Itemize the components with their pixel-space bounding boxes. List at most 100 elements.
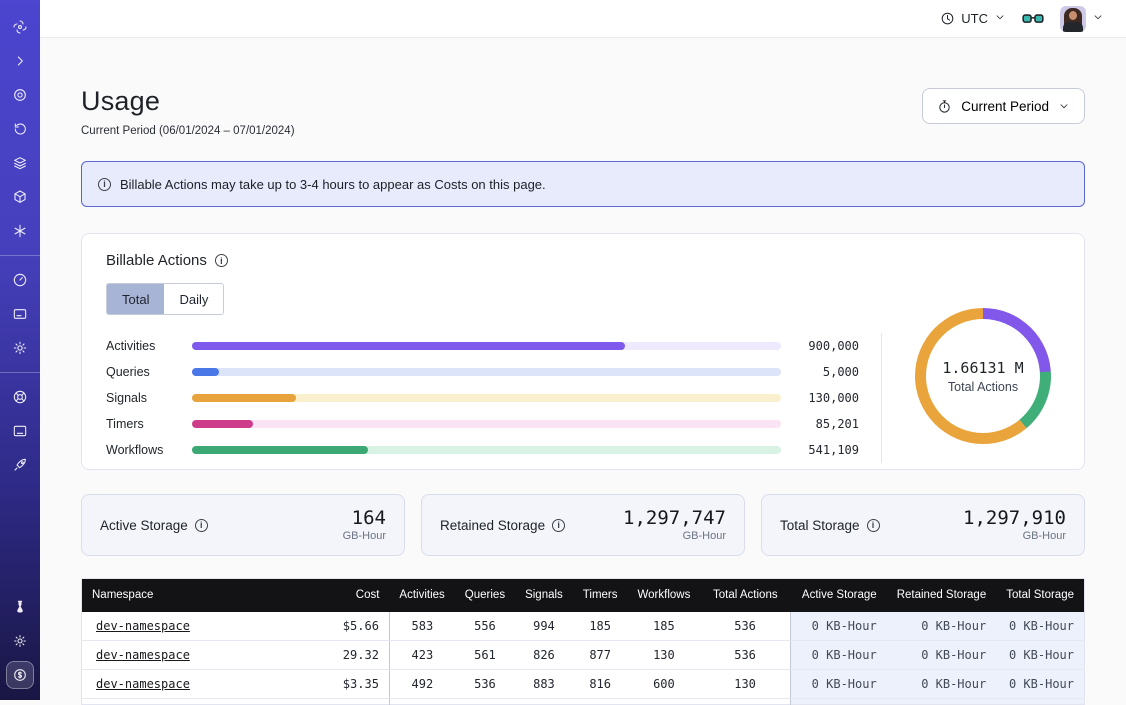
usage-billing-dollar-icon[interactable] — [6, 661, 34, 689]
theme-sun-icon[interactable] — [6, 627, 34, 655]
queries-cell: 561 — [455, 641, 515, 670]
clock-icon — [940, 11, 955, 26]
support-lifebuoy-icon[interactable] — [6, 383, 34, 411]
bar-label: Signals — [106, 391, 192, 405]
activities-cell: 583 — [389, 612, 454, 641]
namespaces-icon[interactable] — [6, 81, 34, 109]
workflows-cell: 185 — [628, 612, 701, 641]
bar-row-timers: Timers 85,201 — [106, 411, 859, 437]
table-row: dev-namespace 29.32 423 561 826 877 130 … — [82, 641, 1085, 670]
storage-summary-row: Active Storage i 164 GB-Hour Retained St… — [81, 494, 1085, 556]
period-selector-button[interactable]: Current Period — [922, 88, 1085, 124]
active-storage-cell: 0 KB-Hour — [790, 641, 886, 670]
workflows-cell: 130 — [628, 641, 701, 670]
info-icon: i — [98, 178, 111, 191]
cost-cell: $3.35 — [301, 670, 389, 699]
namespace-usage-table: Namespace Cost Activities Queries Signal… — [81, 578, 1085, 705]
sidebar-divider — [0, 255, 40, 256]
col-signals: Signals — [515, 579, 573, 612]
total-daily-toggle: Total Daily — [106, 283, 224, 315]
glasses-icon[interactable] — [1022, 11, 1044, 27]
queries-cell: 536 — [455, 670, 515, 699]
total-storage-cell: 0 KB-Hour — [996, 641, 1084, 670]
bar-value: 900,000 — [781, 339, 859, 353]
banner-text: Billable Actions may take up to 3-4 hour… — [120, 177, 546, 192]
bar-row-workflows: Workflows 541,109 — [106, 437, 859, 463]
col-active-storage: Active Storage — [790, 579, 886, 612]
total-actions-cell: 536 — [700, 612, 790, 641]
table-row: dev-namespace $3.35 492 536 883 816 600 … — [82, 670, 1085, 699]
activities-cell: 492 — [389, 670, 454, 699]
user-menu[interactable] — [1060, 6, 1104, 32]
bar-value: 85,201 — [781, 417, 859, 431]
event-history-icon[interactable] — [6, 115, 34, 143]
donut-center-label: Total Actions — [948, 380, 1018, 394]
timezone-selector[interactable]: UTC — [940, 11, 1006, 26]
bar-row-signals: Signals 130,000 — [106, 385, 859, 411]
period-button-label: Current Period — [961, 99, 1049, 114]
collapse-chevron-icon[interactable] — [6, 47, 34, 75]
sidebar — [0, 0, 40, 700]
active-storage-unit: GB-Hour — [343, 530, 386, 542]
retained-storage-card: Retained Storage i 1,297,747 GB-Hour — [421, 494, 745, 556]
terminal-icon[interactable] — [6, 417, 34, 445]
signals-cell: 994 — [515, 612, 573, 641]
active-storage-value: 164 — [343, 508, 386, 529]
getting-started-rocket-icon[interactable] — [6, 451, 34, 479]
billable-actions-title: Billable Actions — [106, 252, 207, 269]
labs-flask-icon[interactable] — [6, 593, 34, 621]
tab-total[interactable]: Total — [107, 284, 164, 314]
layers-icon[interactable] — [6, 149, 34, 177]
bar-label: Workflows — [106, 443, 192, 457]
signals-cell: 883 — [515, 670, 573, 699]
bar-track — [192, 420, 781, 428]
namespace-link[interactable]: dev-namespace — [96, 619, 190, 633]
cost-cell: $5.66 — [301, 612, 389, 641]
col-workflows: Workflows — [628, 579, 701, 612]
queries-cell: 556 — [455, 612, 515, 641]
billable-bar-chart: Activities 900,000 Queries 5,000 Signals… — [106, 333, 882, 463]
deployments-cube-icon[interactable] — [6, 183, 34, 211]
usage-gauge-icon[interactable] — [6, 266, 34, 294]
col-retained-storage: Retained Storage — [887, 579, 997, 612]
info-icon[interactable]: i — [215, 254, 228, 267]
retained-storage-cell: 0 KB-Hour — [887, 612, 997, 641]
col-timers: Timers — [573, 579, 628, 612]
total-storage-cell: 0 KB-Hour — [996, 612, 1084, 641]
billable-actions-card: Billable Actions i Total Daily Activitie… — [81, 233, 1085, 470]
bar-row-queries: Queries 5,000 — [106, 359, 859, 385]
total-storage-value: 1,297,910 — [963, 508, 1066, 529]
bar-track — [192, 342, 781, 350]
activities-cell: 423 — [389, 641, 454, 670]
table-header-row: Namespace Cost Activities Queries Signal… — [82, 579, 1085, 612]
bar-label: Queries — [106, 365, 192, 379]
billing-card-icon[interactable] — [6, 300, 34, 328]
namespace-link[interactable]: dev-namespace — [96, 648, 190, 662]
info-icon[interactable]: i — [867, 519, 880, 532]
retained-storage-unit: GB-Hour — [623, 530, 726, 542]
donut-center-value: 1.66131 M — [942, 359, 1023, 377]
col-activities: Activities — [389, 579, 454, 612]
timers-cell: 877 — [573, 641, 628, 670]
tab-daily[interactable]: Daily — [164, 284, 223, 314]
stopwatch-icon — [937, 99, 952, 114]
table-row-partial — [82, 699, 1085, 705]
col-queries: Queries — [455, 579, 515, 612]
page-title: Usage — [81, 86, 295, 117]
col-total-storage: Total Storage — [996, 579, 1084, 612]
total-storage-label: Total Storage — [780, 518, 860, 533]
active-storage-cell: 0 KB-Hour — [790, 670, 886, 699]
total-storage-cell: 0 KB-Hour — [996, 670, 1084, 699]
retained-storage-label: Retained Storage — [440, 518, 545, 533]
info-icon[interactable]: i — [195, 519, 208, 532]
bar-value: 130,000 — [781, 391, 859, 405]
active-storage-card: Active Storage i 164 GB-Hour — [81, 494, 405, 556]
nexus-asterisk-icon[interactable] — [6, 217, 34, 245]
total-actions-cell: 536 — [700, 641, 790, 670]
total-actions-cell: 130 — [700, 670, 790, 699]
temporal-logo-icon[interactable] — [6, 13, 34, 41]
namespace-link[interactable]: dev-namespace — [96, 677, 190, 691]
info-icon[interactable]: i — [552, 519, 565, 532]
settings-gear-icon[interactable] — [6, 334, 34, 362]
total-storage-unit: GB-Hour — [963, 530, 1066, 542]
